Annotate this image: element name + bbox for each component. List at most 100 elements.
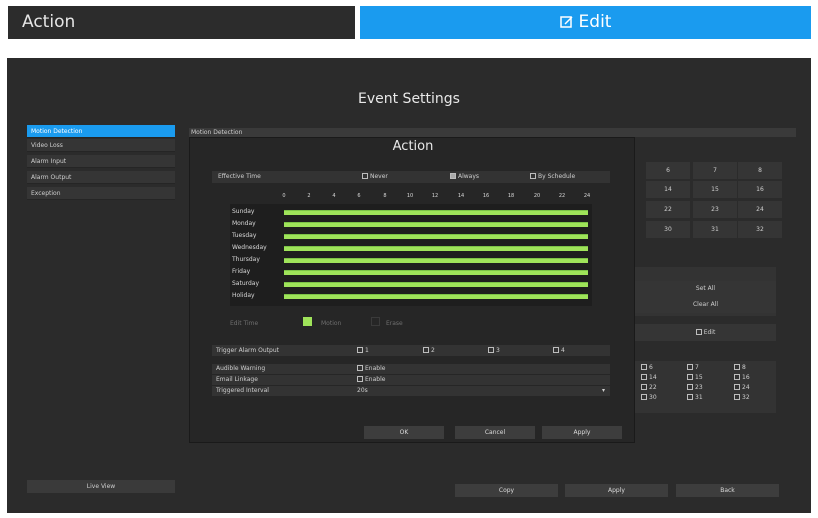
hour-label: 8 xyxy=(383,193,387,199)
email-enable-checkbox[interactable]: Enable xyxy=(357,375,385,385)
sidebar-item-alarm-output[interactable]: Alarm Output xyxy=(27,171,175,184)
channel-checkbox[interactable]: 6 xyxy=(641,364,653,371)
edit-button-label: Edit xyxy=(703,329,716,336)
channel-checkbox[interactable]: 23 xyxy=(687,384,703,391)
edit-icon xyxy=(559,16,573,28)
day-cell[interactable]: 32 xyxy=(738,221,782,238)
channel-checkbox[interactable]: 24 xyxy=(734,384,750,391)
sidebar-item-motion-detection[interactable]: Motion Detection xyxy=(27,125,175,138)
edit-button[interactable]: Edit xyxy=(635,324,776,341)
day-cell[interactable]: 15 xyxy=(693,181,737,198)
alarm-output-checkbox[interactable]: 2 xyxy=(423,345,435,356)
sidebar-item-label: Alarm Input xyxy=(31,158,67,165)
day-cell[interactable]: 31 xyxy=(693,221,737,238)
alarm-output-checkbox[interactable]: 1 xyxy=(357,345,369,356)
channel-checkbox[interactable]: 14 xyxy=(641,374,657,381)
hour-label: 16 xyxy=(482,193,490,199)
schedule-bar[interactable] xyxy=(284,294,588,299)
email-linkage-row: Email Linkage Enable xyxy=(212,375,610,385)
event-settings-panel: Event Settings Motion Detection Video Lo… xyxy=(7,58,811,513)
sidebar-item-video-loss[interactable]: Video Loss xyxy=(27,139,175,152)
audible-warning-row: Audible Warning Enable xyxy=(212,364,610,374)
edit-tab[interactable]: Edit xyxy=(360,6,811,39)
action-dialog: Action Effective Time Never Always By Sc… xyxy=(189,137,635,443)
sidebar-item-label: Video Loss xyxy=(31,142,63,149)
apply-button[interactable]: Apply xyxy=(565,484,668,497)
day-cell[interactable]: 7 xyxy=(693,162,737,179)
hour-header: 0 2 4 6 8 10 12 14 16 18 20 22 24 xyxy=(190,193,636,202)
trigger-alarm-row: Trigger Alarm Output 1 2 3 4 xyxy=(212,345,610,356)
clear-all-button[interactable]: Clear All xyxy=(635,297,776,313)
day-cell[interactable]: 14 xyxy=(646,181,690,198)
hour-label: 0 xyxy=(282,193,286,199)
schedule-bar[interactable] xyxy=(284,270,588,275)
action-tab-label: Action xyxy=(22,12,76,32)
set-clear-group: Set All Clear All xyxy=(635,267,776,316)
live-view-button[interactable]: Live View xyxy=(27,480,175,493)
email-linkage-label: Email Linkage xyxy=(216,376,258,383)
day-cell[interactable]: 16 xyxy=(738,181,782,198)
back-button[interactable]: Back xyxy=(676,484,779,497)
hour-label: 14 xyxy=(457,193,465,199)
edit-icon xyxy=(695,329,702,335)
effective-time-row: Effective Time Never Always By Schedule xyxy=(212,171,610,183)
hour-label: 2 xyxy=(307,193,311,199)
day-label: Holiday xyxy=(232,292,255,299)
day-label: Thursday xyxy=(232,256,260,263)
interval-select[interactable]: 20s xyxy=(357,386,368,396)
hour-label: 12 xyxy=(431,193,439,199)
day-cell[interactable]: 24 xyxy=(738,201,782,218)
schedule-bar[interactable] xyxy=(284,234,588,239)
ok-button[interactable]: OK xyxy=(364,426,444,439)
channel-checkbox[interactable]: 22 xyxy=(641,384,657,391)
trigger-alarm-label: Trigger Alarm Output xyxy=(216,347,280,354)
motion-swatch[interactable] xyxy=(303,317,312,326)
hour-label: 22 xyxy=(558,193,566,199)
channel-checkbox[interactable]: 32 xyxy=(734,394,750,401)
chevron-down-icon[interactable]: ▾ xyxy=(602,386,605,396)
day-cell[interactable]: 6 xyxy=(646,162,690,179)
day-cell[interactable]: 8 xyxy=(738,162,782,179)
schedule-bar[interactable] xyxy=(284,222,588,227)
erase-label: Erase xyxy=(386,320,403,327)
schedule-bar[interactable] xyxy=(284,210,588,215)
sidebar-item-exception[interactable]: Exception xyxy=(27,187,175,200)
erase-swatch[interactable] xyxy=(371,317,380,326)
schedule-bar[interactable] xyxy=(284,246,588,251)
channel-checkbox[interactable]: 8 xyxy=(734,364,746,371)
action-tab[interactable]: Action xyxy=(8,6,355,39)
day-label: Saturday xyxy=(232,280,260,287)
hour-label: 24 xyxy=(583,193,591,199)
alarm-output-checkbox[interactable]: 4 xyxy=(553,345,565,356)
set-all-button[interactable]: Set All xyxy=(635,281,776,297)
by-schedule-radio[interactable]: By Schedule xyxy=(530,171,575,183)
day-label: Monday xyxy=(232,220,256,227)
always-radio[interactable]: Always xyxy=(450,171,479,183)
hour-label: 18 xyxy=(507,193,515,199)
triggered-interval-label: Triggered Interval xyxy=(216,387,269,394)
audible-enable-checkbox[interactable]: Enable xyxy=(357,364,385,374)
copy-button[interactable]: Copy xyxy=(455,484,558,497)
channel-checkbox[interactable]: 7 xyxy=(687,364,699,371)
channel-checkbox[interactable]: 15 xyxy=(687,374,703,381)
day-label: Friday xyxy=(232,268,251,275)
sidebar-item-label: Exception xyxy=(31,190,61,197)
effective-time-label: Effective Time xyxy=(218,173,261,180)
sidebar-item-alarm-input[interactable]: Alarm Input xyxy=(27,155,175,168)
day-cell[interactable]: 22 xyxy=(646,201,690,218)
channel-checkbox[interactable]: 16 xyxy=(734,374,750,381)
hour-label: 4 xyxy=(332,193,336,199)
alarm-output-checkbox[interactable]: 3 xyxy=(488,345,500,356)
day-cell[interactable]: 23 xyxy=(693,201,737,218)
panel-title: Event Settings xyxy=(358,91,460,107)
channel-checkbox[interactable]: 31 xyxy=(687,394,703,401)
cancel-button[interactable]: Cancel xyxy=(455,426,535,439)
dialog-title: Action xyxy=(392,139,434,154)
channel-checkbox[interactable]: 30 xyxy=(641,394,657,401)
schedule-bar[interactable] xyxy=(284,282,588,287)
triggered-interval-row: Triggered Interval 20s ▾ xyxy=(212,386,610,396)
day-cell[interactable]: 30 xyxy=(646,221,690,238)
dialog-apply-button[interactable]: Apply xyxy=(542,426,622,439)
schedule-bar[interactable] xyxy=(284,258,588,263)
never-radio[interactable]: Never xyxy=(362,171,388,183)
